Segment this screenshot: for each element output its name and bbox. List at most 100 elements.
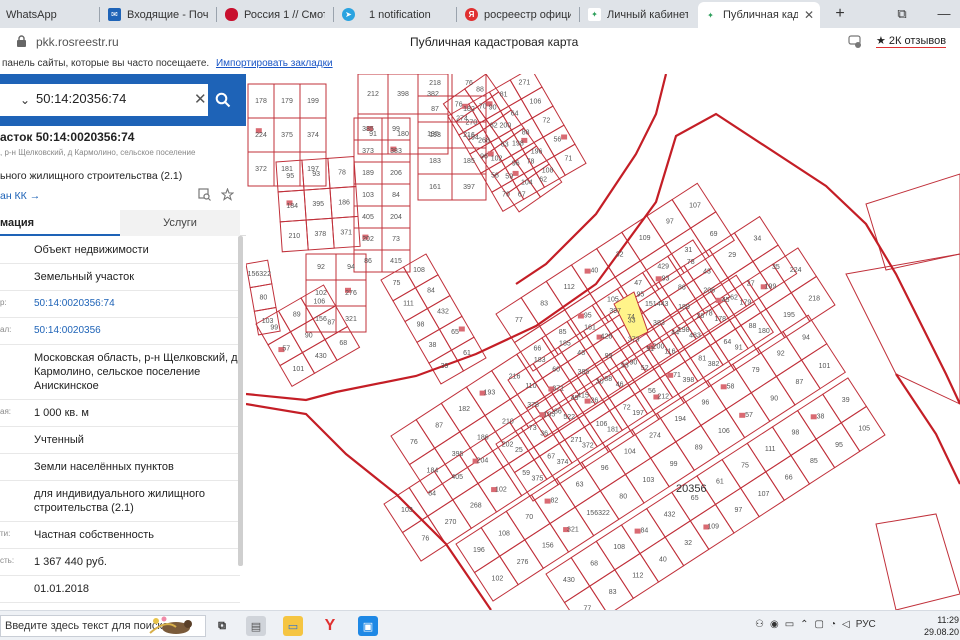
file-explorer-icon[interactable]: ▭ xyxy=(283,616,303,636)
parcel-number: 88 xyxy=(604,376,612,383)
parcel-number: 196 xyxy=(531,149,543,156)
parcel-number: 185 xyxy=(463,158,475,165)
property-link[interactable]: 50:14:0020356:74 xyxy=(34,291,240,317)
parcel-number: 96 xyxy=(702,400,710,407)
tab-yandex-search[interactable]: Я росреестр официа xyxy=(459,3,577,26)
new-tab-button[interactable]: + xyxy=(830,4,850,24)
parcel-number: 70 xyxy=(479,104,487,111)
parcel-number: 46 xyxy=(616,381,624,388)
record-icon[interactable]: ◉ xyxy=(770,619,779,630)
wifi-icon[interactable]: ◔ xyxy=(830,619,836,630)
parcel-number: 276 xyxy=(517,559,529,566)
property-key: ал: xyxy=(0,325,12,334)
panel-scrollbar[interactable] xyxy=(238,236,243,566)
parcel-number: 106 xyxy=(596,421,608,428)
zoom-to-icon[interactable] xyxy=(198,188,211,201)
property-row: 01.01.2018 xyxy=(0,576,240,603)
clear-icon[interactable]: ✕ xyxy=(194,90,207,108)
parcel[interactable] xyxy=(875,513,960,610)
tab-russia1[interactable]: Россия 1 // Смотри xyxy=(219,3,331,26)
parcel-number: 59 xyxy=(522,470,530,477)
parcel-number: 38 xyxy=(817,413,825,420)
tab-cadastral-map[interactable]: ✦ Публичная кадас ✕ xyxy=(698,2,820,28)
map-canvas[interactable]: 178 179 199224 375 374372 181 197212 398 38291 18… xyxy=(246,74,960,610)
yandex-browser-icon[interactable]: Y xyxy=(320,616,340,636)
parcel[interactable] xyxy=(845,253,960,405)
tab-mail[interactable]: ✉ Входящие - Почта M xyxy=(102,3,214,26)
tab-whatsapp[interactable]: WhatsApp xyxy=(0,3,98,26)
parcel-number: 373 xyxy=(362,148,374,155)
parcel-number: 73 xyxy=(529,425,537,432)
parcel-number: 99 xyxy=(270,325,278,332)
url-text[interactable]: pkk.rosreestr.ru xyxy=(36,35,119,49)
cadastral-plan-link[interactable]: ан КК → xyxy=(0,190,40,202)
parcel-number: 45 xyxy=(722,297,730,304)
screen-icon[interactable]: ▢ xyxy=(815,619,824,630)
parcel[interactable] xyxy=(865,173,960,271)
parcel-number: 156322 xyxy=(248,271,271,278)
chevron-down-icon[interactable]: ⌄ xyxy=(20,93,30,107)
parcel-number: 87 xyxy=(431,106,439,113)
quarter-label: 20356 xyxy=(676,483,707,495)
clock[interactable]: 11:29 29.08.20 xyxy=(924,614,959,638)
tab-personal-cabinet[interactable]: ✦ Личный кабинет xyxy=(582,3,694,26)
property-link[interactable]: 50:14:0020356 xyxy=(34,318,240,344)
minimize-icon[interactable]: — xyxy=(934,4,954,24)
parcel-number: 183 xyxy=(429,158,441,165)
reviews-link[interactable]: ★ 2К отзывов xyxy=(876,34,947,48)
parcel-number: 78 xyxy=(687,259,695,266)
close-tab-icon[interactable]: ✕ xyxy=(804,8,814,22)
cadastral-map[interactable]: 178 179 199 224 375 374 372 181 197 212 398 382 91 18… xyxy=(246,74,960,610)
parcel-number: 186 xyxy=(477,435,489,442)
speech-bubble-icon[interactable] xyxy=(848,34,862,48)
people-icon[interactable]: ⚇ xyxy=(755,619,764,630)
tab-services[interactable]: Услуги xyxy=(120,210,240,236)
parcel-number: 38 xyxy=(429,342,437,349)
parcel-number: 32 xyxy=(684,540,692,547)
volume-icon[interactable]: ◁ xyxy=(842,619,850,630)
property-row: Земли населённых пунктов xyxy=(0,454,240,481)
search-icon xyxy=(215,92,231,108)
parcel-number: 86 xyxy=(678,285,686,292)
tab-telegram[interactable]: ➤ 1 notification xyxy=(336,3,454,26)
import-bookmarks-link[interactable]: Импортировать закладки xyxy=(216,58,333,69)
parcel-number: 63 xyxy=(576,481,584,488)
lock-icon[interactable] xyxy=(16,35,27,48)
scanner-icon[interactable]: ▤ xyxy=(246,616,266,636)
parcel-number: 87 xyxy=(796,379,804,386)
parcel-number: 432 xyxy=(437,309,449,316)
property-row: Объект недвижимости xyxy=(0,237,240,264)
property-key: сть: xyxy=(0,556,15,565)
tab-label: WhatsApp xyxy=(6,8,57,21)
property-value: 1 000 кв. м xyxy=(34,407,89,419)
clock-date: 29.08.20 xyxy=(924,627,960,637)
parcel-number: 36 xyxy=(540,430,548,437)
chevron-up-icon[interactable]: ⌃ xyxy=(800,619,808,630)
language-indicator[interactable]: РУС xyxy=(856,619,876,630)
parcel-title: асток 50:14:0020356:74 xyxy=(0,130,135,144)
parcel-number: 105 xyxy=(858,426,870,433)
search-input[interactable] xyxy=(36,91,186,106)
building xyxy=(561,134,568,140)
star-icon[interactable] xyxy=(221,188,234,201)
search-button[interactable] xyxy=(208,84,238,116)
parcel-number: 428 xyxy=(601,334,613,341)
parcel-number: 198 xyxy=(678,327,690,334)
parcel-number: 212 xyxy=(367,91,379,98)
parcel-number: 378 xyxy=(314,231,326,238)
parcel[interactable] xyxy=(509,74,543,100)
tab-information[interactable]: мация xyxy=(0,210,120,236)
parcel-number: 395 xyxy=(312,201,324,208)
parcel-number: 62 xyxy=(730,294,738,301)
mail-icon: ✉ xyxy=(108,8,121,21)
task-view-icon[interactable]: ⧉ xyxy=(212,616,232,636)
collections-icon[interactable]: ⧉ xyxy=(892,4,912,24)
parcel-number: 76 xyxy=(465,80,473,87)
parcel-number: 385 xyxy=(362,126,374,133)
property-row: сть: 1 367 440 руб. xyxy=(0,549,240,576)
network-icon[interactable]: ▭ xyxy=(785,619,794,630)
app-icon[interactable]: ▣ xyxy=(358,616,378,636)
parcel-number: 202 xyxy=(362,236,374,243)
parcel-number: 97 xyxy=(666,219,674,226)
parcel-number: 59 xyxy=(505,174,513,181)
